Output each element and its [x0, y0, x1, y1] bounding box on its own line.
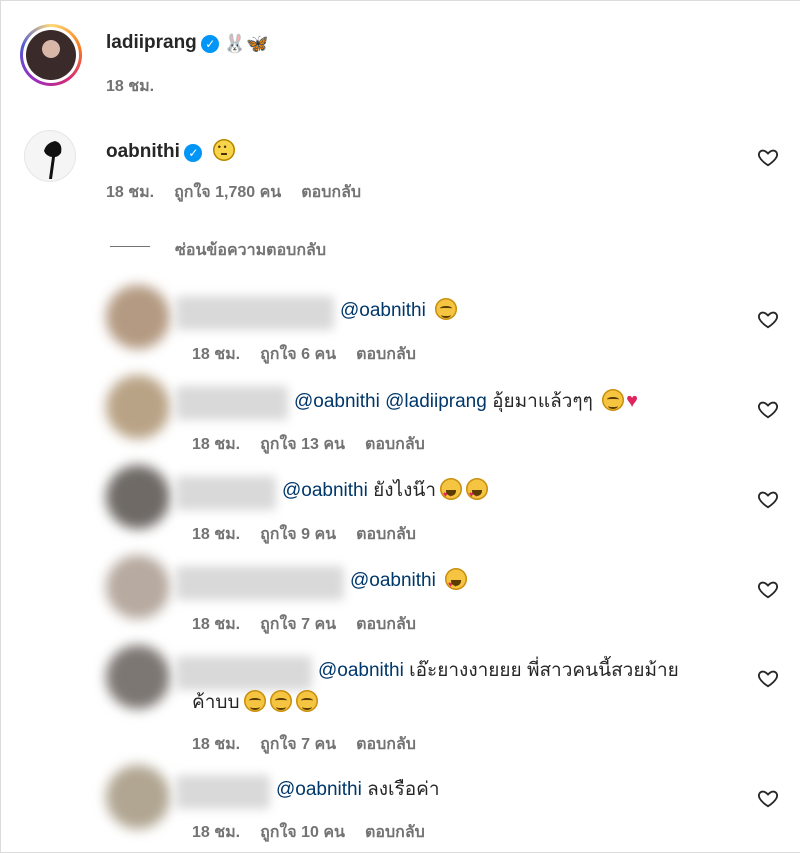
reply-likes[interactable]: ถูกใจ 6 คน [260, 346, 336, 363]
reply-text: @oabnithi @ladiiprang อุ้ยมาแล้วๆๆ ♥ [294, 386, 638, 417]
reply-button[interactable]: ตอบกลับ [356, 616, 416, 633]
reply-button[interactable]: ตอบกลับ [356, 526, 416, 543]
reply-body-line2: ค้าบบ [192, 692, 240, 713]
comment-meta: 18 ชม. ถูกใจ 1,780 คน ตอบกลับ [106, 180, 381, 205]
reply-time: 18 ชม. [192, 736, 241, 753]
heart-eyes-emoji-icon [445, 568, 468, 600]
reply-body: ยังไงน๊า [373, 480, 437, 501]
heart-eyes-emoji-icon [466, 478, 489, 510]
mention-link[interactable]: @oabnithi [276, 779, 362, 800]
heart-icon[interactable] [757, 667, 779, 689]
reply-time: 18 ชม. [192, 824, 241, 841]
reply-likes[interactable]: ถูกใจ 7 คน [260, 736, 336, 753]
reply-time: 18 ชม. [192, 616, 241, 633]
heart-icon[interactable] [757, 398, 779, 420]
mention-link[interactable]: @oabnithi [294, 391, 380, 412]
reply-body: อุ้ยมาแล้วๆๆ [492, 391, 593, 412]
reply-text: @oabnithi เอ๊ะยางงายยย พี่สาวคนนี้สวยม้า… [318, 656, 679, 686]
comment-username[interactable]: oabnithi [106, 141, 180, 162]
reply-likes[interactable]: ถูกใจ 10 คน [260, 824, 345, 841]
reply-body: ลงเรือค่า [367, 779, 440, 800]
heart-eyes-emoji-icon [440, 478, 463, 510]
reply-avatar[interactable] [106, 555, 170, 619]
reply-avatar[interactable] [106, 375, 170, 439]
verified-badge-icon: ✓ [184, 143, 203, 162]
post-username[interactable]: ladiiprang [106, 32, 197, 53]
mention-link[interactable]: @oabnithi [340, 300, 426, 321]
mention-link[interactable]: @oabnithi [282, 480, 368, 501]
reply-time: 18 ชม. [192, 346, 241, 363]
post-time: 18 ชม. [106, 78, 155, 95]
reply-likes[interactable]: ถูกใจ 13 คน [260, 436, 345, 453]
reply-username-blurred[interactable] [176, 476, 276, 510]
smirk-emoji-icon [269, 690, 292, 712]
smirk-emoji-icon [435, 298, 458, 320]
reply-text: @oabnithi ยังไงน๊า [282, 476, 489, 510]
reply-button[interactable]: ตอบกลับ [365, 436, 425, 453]
heart-icon[interactable] [757, 308, 779, 330]
reply-username-blurred[interactable] [176, 775, 270, 809]
post-avatar[interactable] [20, 24, 82, 86]
reply-text: @oabnithi [340, 296, 458, 326]
reply-time: 18 ชม. [192, 436, 241, 453]
comment-likes[interactable]: ถูกใจ 1,780 คน [174, 184, 281, 201]
red-heart-emoji-icon: ♥ [626, 390, 638, 412]
heart-icon[interactable] [757, 488, 779, 510]
reply-avatar[interactable] [106, 645, 170, 709]
reply-meta: 18 ชม. ถูกใจ 13 คน ตอบกลับ [192, 432, 445, 457]
reply-meta: 18 ชม. ถูกใจ 7 คน ตอบกลับ [192, 612, 436, 637]
reply-time: 18 ชม. [192, 526, 241, 543]
reply-body: เอ๊ะยางงายยย พี่สาวคนนี้สวยม้าย [409, 660, 679, 681]
reply-likes[interactable]: ถูกใจ 9 คน [260, 526, 336, 543]
heart-icon[interactable] [757, 146, 779, 168]
reply-button[interactable]: ตอบกลับ [301, 184, 361, 201]
reply-avatar[interactable] [106, 765, 170, 829]
comment-time: 18 ชม. [106, 184, 155, 201]
reply-button[interactable]: ตอบกลับ [356, 346, 416, 363]
mention-link[interactable]: @ladiiprang [385, 391, 487, 412]
reply-button[interactable]: ตอบกลับ [356, 736, 416, 753]
smirk-emoji-icon [602, 389, 625, 411]
heart-icon[interactable] [757, 578, 779, 600]
reply-username-blurred[interactable] [176, 566, 344, 600]
heart-icon[interactable] [757, 787, 779, 809]
comment-avatar[interactable] [24, 130, 76, 182]
reply-text: @oabnithi [350, 566, 468, 600]
smirk-emoji-icon [295, 690, 318, 712]
neutral-face-emoji-icon [212, 139, 235, 161]
mention-link[interactable]: @oabnithi [318, 660, 404, 681]
reply-likes[interactable]: ถูกใจ 7 คน [260, 616, 336, 633]
reply-meta: 18 ชม. ถูกใจ 9 คน ตอบกลับ [192, 522, 436, 547]
reply-meta: 18 ชม. ถูกใจ 10 คน ตอบกลับ [192, 820, 445, 845]
reply-meta: 18 ชม. ถูกใจ 6 คน ตอบกลับ [192, 342, 436, 367]
smirk-emoji-icon [243, 690, 266, 712]
verified-badge-icon: ✓ [201, 34, 220, 53]
reply-avatar[interactable] [106, 465, 170, 529]
reply-username-blurred[interactable] [176, 296, 334, 330]
reply-text: @oabnithi ลงเรือค่า [276, 775, 440, 805]
reply-meta: 18 ชม. ถูกใจ 7 คน ตอบกลับ [192, 732, 436, 757]
reply-avatar[interactable] [106, 285, 170, 349]
reply-username-blurred[interactable] [176, 386, 288, 420]
post-header: ladiiprang ✓ 🐰🦋 [106, 32, 269, 54]
comment-header: oabnithi ✓ [106, 139, 235, 163]
mention-link[interactable]: @oabnithi [350, 570, 436, 591]
hide-replies-button[interactable]: ซ่อนข้อความตอบกลับ [175, 238, 326, 263]
reply-button[interactable]: ตอบกลับ [365, 824, 425, 841]
rabbit-emoji-icon: 🐰 [223, 33, 247, 54]
butterfly-emoji-icon: 🦋 [246, 33, 269, 54]
divider-line [110, 246, 150, 247]
reply-text-continued: ค้าบบ [192, 688, 318, 718]
reply-username-blurred[interactable] [176, 656, 312, 690]
